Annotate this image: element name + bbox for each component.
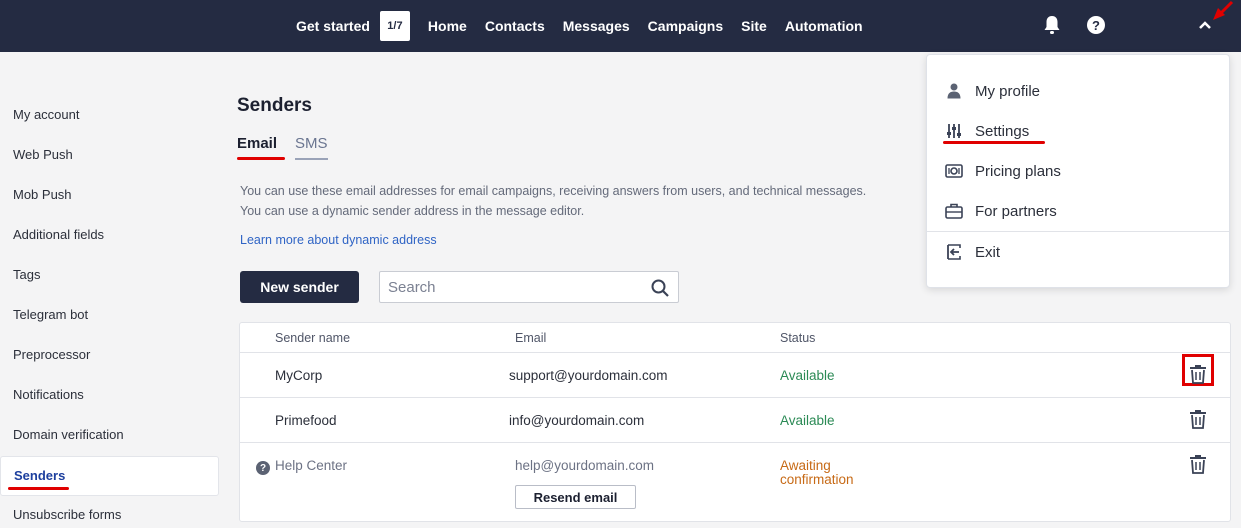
main-nav: Get started 1/7 Home Contacts Messages C… [296, 0, 881, 52]
status-badge: Available [780, 368, 835, 383]
new-sender-button[interactable]: New sender [240, 271, 359, 303]
annotation-arrow-icon [1213, 0, 1234, 20]
help-icon[interactable]: ? [1085, 14, 1107, 36]
resend-email-button[interactable]: Resend email [515, 485, 636, 509]
settings-sidebar: My account Web Push Mob Push Additional … [0, 96, 220, 528]
sidebar-item-my-account[interactable]: My account [0, 96, 220, 136]
menu-item-exit[interactable]: Exit [927, 232, 1229, 272]
sidebar-item-telegram-bot[interactable]: Telegram bot [0, 296, 220, 336]
sidebar-item-web-push[interactable]: Web Push [0, 136, 220, 176]
sidebar-item-additional-fields[interactable]: Additional fields [0, 216, 220, 256]
header-status: Status [780, 331, 816, 345]
user-icon [945, 82, 963, 100]
trash-icon[interactable] [1186, 452, 1210, 476]
senders-table: Sender name Email Status MyCorp support@… [239, 322, 1231, 522]
channel-tabs: Email SMS [237, 133, 346, 160]
question-icon[interactable]: ? [256, 461, 270, 475]
annotation-underline [8, 487, 69, 490]
bell-icon[interactable] [1041, 14, 1063, 36]
sidebar-item-domain-verification[interactable]: Domain verification [0, 416, 220, 456]
sender-name: Help Center [275, 458, 348, 473]
sidebar-item-tags[interactable]: Tags [0, 256, 220, 296]
sender-email: help@yourdomain.com [515, 458, 655, 473]
page-title: Senders [237, 95, 312, 116]
trash-icon[interactable] [1186, 362, 1210, 386]
table-row: ? Help Center help@yourdomain.com Awaiti… [240, 443, 1230, 522]
sidebar-item-notifications[interactable]: Notifications [0, 376, 220, 416]
learn-more-link[interactable]: Learn more about dynamic address [240, 233, 437, 247]
status-badge: Awaiting confirmation [780, 459, 854, 487]
menu-item-my-profile[interactable]: My profile [927, 71, 1229, 111]
nav-automation[interactable]: Automation [785, 18, 863, 34]
nav-get-started[interactable]: Get started [296, 18, 370, 34]
status-line-1: Awaiting [780, 458, 831, 473]
table-header: Sender name Email Status [240, 323, 1230, 353]
search-input[interactable] [380, 272, 630, 302]
description-line-1: You can use these email addresses for em… [240, 184, 867, 198]
search-box [379, 271, 679, 303]
senders-description: You can use these email addresses for em… [240, 181, 920, 221]
nav-messages[interactable]: Messages [563, 18, 630, 34]
sidebar-item-unsubscribe-forms[interactable]: Unsubscribe forms [0, 496, 220, 528]
description-line-2: You can use a dynamic sender address in … [240, 204, 585, 218]
status-badge: Available [780, 413, 835, 428]
menu-label: Exit [975, 243, 1001, 261]
nav-contacts[interactable]: Contacts [485, 18, 545, 34]
top-navbar: Get started 1/7 Home Contacts Messages C… [0, 0, 1241, 52]
sender-email: info@yourdomain.com [509, 413, 645, 428]
sender-name: MyCorp [275, 368, 323, 383]
sender-name: Primefood [275, 413, 337, 428]
annotation-underline [943, 141, 1045, 144]
status-line-2: confirmation [780, 472, 854, 487]
help-glyph: ? [1087, 16, 1105, 34]
menu-label: My profile [975, 82, 1041, 100]
sidebar-item-mob-push[interactable]: Mob Push [0, 176, 220, 216]
nav-site[interactable]: Site [741, 18, 767, 34]
nav-campaigns[interactable]: Campaigns [648, 18, 723, 34]
tab-sms[interactable]: SMS [295, 133, 328, 160]
sidebar-item-senders[interactable]: Senders [0, 456, 219, 496]
sidebar-item-preprocessor[interactable]: Preprocessor [0, 336, 220, 376]
onboarding-step-badge[interactable]: 1/7 [379, 11, 410, 41]
menu-item-settings[interactable]: Settings [927, 111, 1229, 151]
trash-icon[interactable] [1186, 407, 1210, 431]
money-icon [945, 162, 963, 180]
annotation-underline [237, 157, 285, 160]
sender-email: support@yourdomain.com [509, 368, 668, 383]
menu-label: Pricing plans [975, 162, 1061, 180]
menu-label: For partners [975, 202, 1057, 220]
briefcase-icon [945, 202, 963, 220]
tab-email[interactable]: Email [237, 133, 277, 160]
table-row: Primefood info@yourdomain.com Available [240, 398, 1230, 443]
header-sender-name: Sender name [275, 331, 351, 345]
nav-home[interactable]: Home [428, 18, 467, 34]
menu-item-for-partners[interactable]: For partners [927, 191, 1229, 231]
account-dropdown-menu: My profile Settings Pricing plans For pa… [926, 54, 1230, 288]
header-email: Email [515, 331, 547, 345]
menu-label: Settings [975, 122, 1030, 140]
menu-item-pricing-plans[interactable]: Pricing plans [927, 151, 1229, 191]
exit-icon [945, 243, 963, 261]
sliders-icon [945, 122, 963, 140]
search-icon[interactable] [650, 278, 670, 298]
table-row: MyCorp support@yourdomain.com Available [240, 353, 1230, 398]
